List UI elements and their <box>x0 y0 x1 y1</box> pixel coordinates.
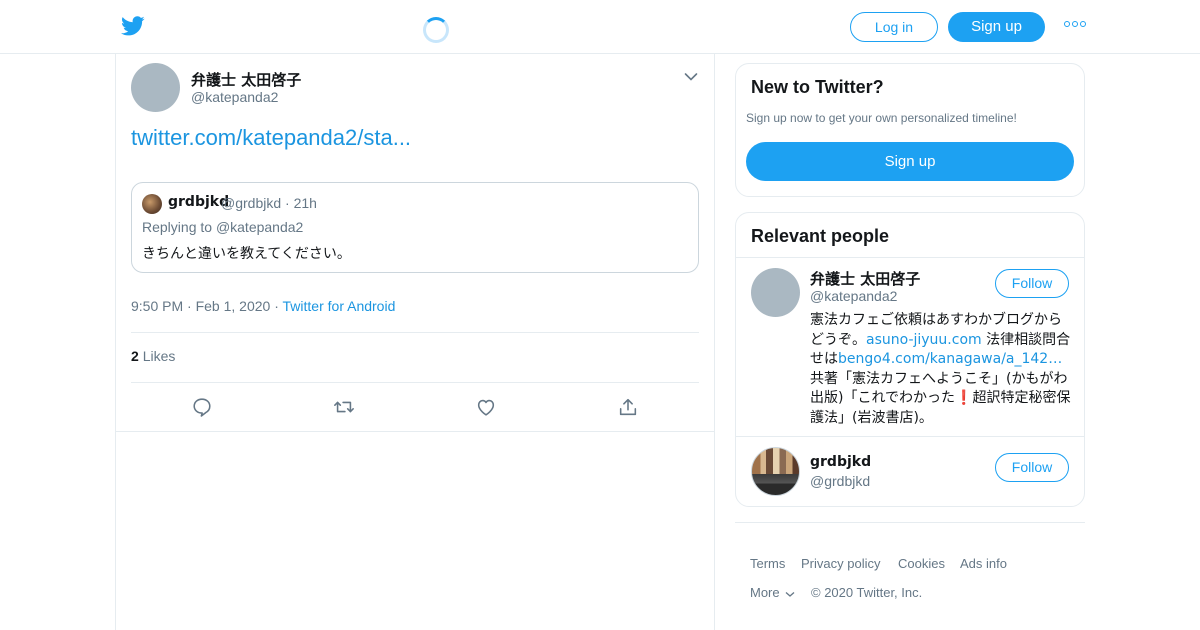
replying-to-prefix: Replying to <box>142 219 216 235</box>
divider <box>131 382 699 383</box>
loading-spinner-icon <box>423 17 449 43</box>
tweet-column: 弁護士 太田啓子 @katepanda2 twitter.com/katepan… <box>115 54 715 630</box>
like-icon[interactable] <box>475 396 497 418</box>
footer-more[interactable]: More <box>750 585 795 600</box>
signup-card-subtitle: Sign up now to get your own personalized… <box>746 111 1017 125</box>
person-handle[interactable]: @katepanda2 <box>810 288 897 304</box>
quoted-handle: @grdbjkd <box>221 195 282 211</box>
person-name[interactable]: grdbjkd <box>810 454 871 470</box>
quoted-replying-to: Replying to @katepanda2 <box>142 219 303 235</box>
divider <box>116 431 714 432</box>
share-icon[interactable] <box>617 396 639 418</box>
person-bio: 憲法カフェご依頼はあすわかブログからどうぞ。asuno-jiyuu.com 法律… <box>810 311 1072 428</box>
likes-number: 2 <box>131 348 139 364</box>
author-handle[interactable]: @katepanda2 <box>191 89 278 105</box>
divider <box>736 257 1084 258</box>
follow-button[interactable]: Follow <box>995 269 1069 298</box>
footer-more-label: More <box>750 585 780 600</box>
quoted-avatar <box>142 194 162 214</box>
tweet-timestamp: 9:50 PM · Feb 1, 2020 · Twitter for Andr… <box>131 298 396 314</box>
quoted-meta: @grdbjkd · 21h <box>221 195 317 211</box>
likes-label: Likes <box>142 348 176 364</box>
quoted-time: 21h <box>293 195 317 211</box>
footer-ads-info[interactable]: Ads info <box>960 556 1007 571</box>
footer-terms[interactable]: Terms <box>750 556 785 571</box>
divider <box>736 436 1084 437</box>
tweet-time[interactable]: 9:50 PM <box>131 298 183 314</box>
twitter-bird-icon[interactable] <box>120 14 146 38</box>
login-button[interactable]: Log in <box>850 12 938 42</box>
author-avatar[interactable] <box>131 63 180 112</box>
quoted-tweet[interactable]: grdbjkd @grdbjkd · 21h Replying to @kate… <box>131 182 699 273</box>
signup-card-button[interactable]: Sign up <box>746 142 1074 181</box>
exclamation-emoji: ❗ <box>955 390 973 406</box>
reply-icon[interactable] <box>191 396 213 418</box>
likes-count[interactable]: 2 Likes <box>131 348 175 364</box>
top-bar: Log in Sign up <box>0 0 1200 54</box>
footer-copyright: © 2020 Twitter, Inc. <box>811 585 923 600</box>
more-dots-icon[interactable] <box>1064 21 1086 31</box>
replying-to-handle: @katepanda2 <box>215 219 304 235</box>
quoted-text: きちんと違いを教えてください。 <box>142 246 351 262</box>
chevron-down-icon <box>785 591 795 597</box>
relevant-people-title: Relevant people <box>751 226 890 246</box>
tweet-date[interactable]: Feb 1, 2020 <box>196 298 271 314</box>
retweet-icon[interactable] <box>333 396 355 418</box>
signup-button[interactable]: Sign up <box>948 12 1045 42</box>
person-avatar[interactable] <box>751 447 800 496</box>
relevant-people-card: Relevant people 弁護士 太田啓子 @katepanda2 Fol… <box>735 212 1085 507</box>
person-avatar[interactable] <box>751 268 800 317</box>
footer-privacy[interactable]: Privacy policy <box>801 556 880 571</box>
follow-button[interactable]: Follow <box>995 453 1069 482</box>
signup-card: New to Twitter? Sign up now to get your … <box>735 63 1085 197</box>
chevron-down-icon[interactable] <box>684 72 698 82</box>
tweet-source[interactable]: Twitter for Android <box>283 298 396 314</box>
person-name[interactable]: 弁護士 太田啓子 <box>810 268 920 289</box>
quoted-name: grdbjkd <box>168 194 230 210</box>
divider <box>131 332 699 333</box>
bio-link[interactable]: asuno-jiyuu.com <box>866 332 982 348</box>
signup-card-title: New to Twitter? <box>751 77 884 97</box>
footer-cookies[interactable]: Cookies <box>898 556 945 571</box>
person-handle[interactable]: @grdbjkd <box>810 473 870 489</box>
bio-link[interactable]: bengo4.com/kanagawa/a_142… <box>838 351 1062 367</box>
divider <box>735 522 1085 523</box>
tweet-link[interactable]: twitter.com/katepanda2/sta... <box>131 125 411 151</box>
author-name[interactable]: 弁護士 太田啓子 <box>191 69 301 90</box>
